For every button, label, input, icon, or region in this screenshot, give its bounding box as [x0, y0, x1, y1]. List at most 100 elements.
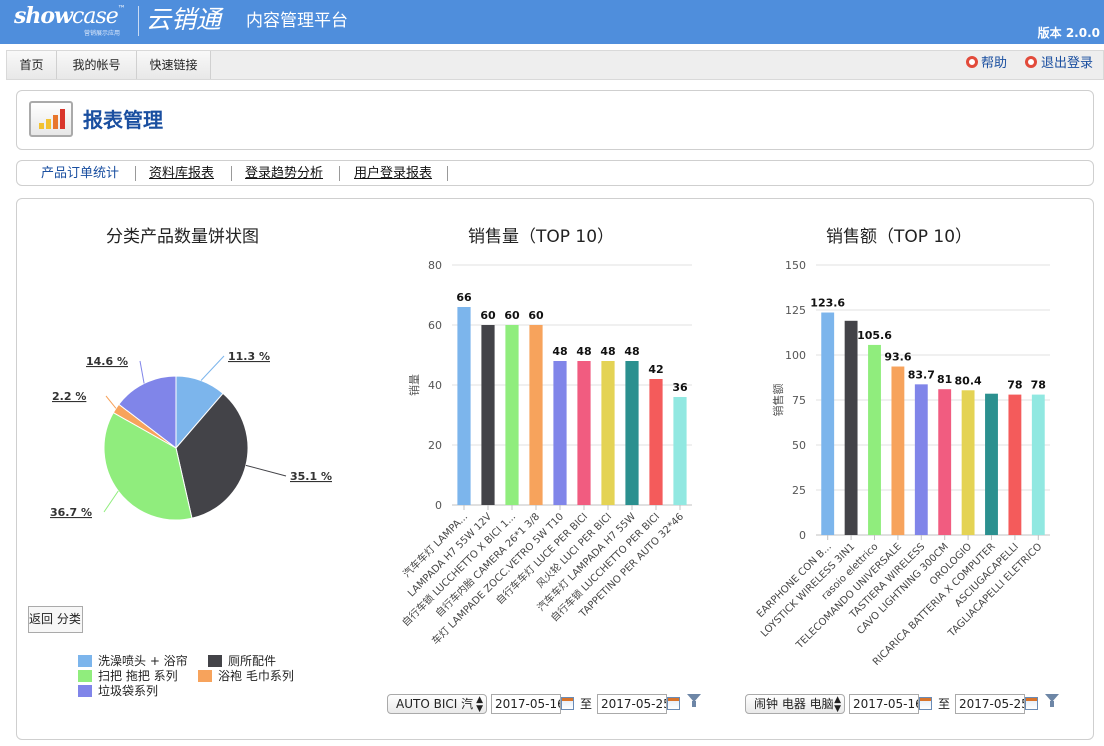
calendar-icon[interactable] [667, 697, 680, 710]
bar [601, 361, 615, 505]
legend-label: 扫把 拖把 系列 [98, 669, 178, 683]
pie-slice-label: 11.3 % [228, 350, 270, 363]
pie-connector [105, 395, 117, 409]
bar [457, 307, 471, 505]
bar-value-label: 78 [1031, 379, 1046, 392]
y-tick-label: 20 [428, 439, 442, 452]
bar-value-label: 60 [504, 309, 520, 322]
calendar-icon[interactable] [1025, 697, 1038, 710]
pie-connector [103, 490, 119, 513]
category-select-value: AUTO BICI 汽 [396, 697, 474, 711]
bar [625, 361, 639, 505]
legend-label: 厕所配件 [228, 654, 277, 668]
bar-value-label: 36 [672, 381, 688, 394]
y-tick-label: 0 [435, 499, 442, 512]
calendar-icon[interactable] [561, 697, 574, 710]
y-tick-label: 150 [785, 259, 806, 272]
y-tick-label: 125 [785, 304, 806, 317]
legend-swatch [198, 670, 212, 682]
category-select[interactable]: 闹钟 电器 电脑 ▲ ▼ [745, 694, 845, 714]
bar [673, 397, 687, 505]
bar-value-label: 48 [600, 345, 615, 358]
pie-slice-label: 36.7 % [50, 506, 92, 519]
pie-connector [200, 355, 225, 381]
pie-slice-label: 14.6 % [86, 355, 128, 368]
filter-icon[interactable] [687, 694, 701, 707]
select-arrows-icon: ▲ ▼ [834, 695, 841, 714]
y-tick-label: 0 [799, 529, 806, 542]
bar [844, 320, 858, 535]
date-range-separator: 至 [938, 697, 951, 711]
bar [577, 361, 591, 505]
pie-connector [245, 464, 287, 477]
bar-value-label: 60 [528, 309, 544, 322]
bar [553, 361, 567, 505]
bar [868, 344, 881, 535]
bar [961, 390, 975, 535]
pie-slice-label: 2.2 % [52, 390, 86, 403]
back-to-category-button[interactable]: 返回 分类 [28, 606, 83, 633]
legend-item[interactable]: 浴袍 毛巾系列 [198, 669, 294, 684]
bar [529, 325, 543, 505]
charts-canvas: 11.3 % 35.1 % 36.7 % 2.2 % 14.6 % 0 20 40 60 80 销量… [50, 259, 1050, 668]
bar-value-label: 93.6 [884, 351, 911, 364]
filter-icon[interactable] [1045, 694, 1059, 707]
legend-swatch [208, 655, 222, 667]
bar-value-label: 81 [937, 373, 952, 386]
bar [891, 366, 905, 535]
x-tick-label: LOYSTICK WIRELESS 3IN1 [759, 541, 857, 639]
y-tick-label: 75 [792, 394, 806, 407]
bar [985, 393, 998, 535]
y-tick-label: 100 [785, 349, 806, 362]
pie-connector [139, 360, 145, 384]
y-tick-label: 80 [428, 259, 442, 272]
date-from-input[interactable]: 2017-05-16 [849, 694, 919, 714]
sales-amount-filter: 闹钟 电器 电脑 ▲ ▼ 2017-05-16 至 2017-05-25 [745, 694, 1065, 714]
bar [914, 384, 928, 535]
bar [481, 325, 495, 505]
bar-value-label: 66 [456, 291, 472, 304]
bar-value-label: 42 [648, 363, 663, 376]
legend-item[interactable]: 垃圾袋系列 [78, 684, 158, 699]
pie-slice-label: 35.1 % [290, 470, 332, 483]
bar [505, 325, 519, 505]
sales-volume-filter: AUTO BICI 汽 ▲ ▼ 2017-05-16 至 2017-05-25 [387, 694, 707, 714]
legend-swatch [78, 685, 92, 697]
bar-value-label: 80.4 [955, 374, 982, 387]
bar-value-label: 48 [552, 345, 567, 358]
legend-label: 浴袍 毛巾系列 [218, 669, 294, 683]
date-range-separator: 至 [580, 697, 593, 711]
legend-item[interactable]: 洗澡喷头 + 浴帘 [78, 654, 188, 669]
bar-value-label: 48 [624, 345, 639, 358]
calendar-icon[interactable] [919, 697, 932, 710]
bar-value-label: 60 [480, 309, 496, 322]
legend-item[interactable]: 扫把 拖把 系列 [78, 669, 178, 684]
bar [1008, 394, 1022, 535]
bar-value-label: 78 [1007, 379, 1022, 392]
select-arrows-icon: ▲ ▼ [476, 695, 483, 714]
bar [1031, 394, 1045, 535]
bar-value-label: 83.7 [908, 368, 935, 381]
y-tick-label: 25 [792, 484, 806, 497]
legend-swatch [78, 670, 92, 682]
y-axis-label: 销量 [407, 374, 421, 396]
y-tick-label: 50 [792, 439, 806, 452]
date-to-input[interactable]: 2017-05-25 [597, 694, 667, 714]
bar-value-label: 105.6 [857, 329, 892, 342]
y-axis-label: 销售额 [771, 384, 785, 417]
legend-item[interactable]: 厕所配件 [208, 654, 276, 669]
category-select-value: 闹钟 电器 电脑 [754, 697, 834, 711]
category-select[interactable]: AUTO BICI 汽 ▲ ▼ [387, 694, 487, 714]
y-tick-label: 40 [428, 379, 442, 392]
legend-label: 垃圾袋系列 [98, 684, 159, 698]
y-tick-label: 60 [428, 319, 442, 332]
date-to-input[interactable]: 2017-05-25 [955, 694, 1025, 714]
bar-value-label: 48 [576, 345, 591, 358]
bar [649, 379, 663, 505]
date-from-input[interactable]: 2017-05-16 [491, 694, 561, 714]
bar-value-label: 123.6 [810, 297, 845, 310]
bar [938, 389, 952, 535]
bar [821, 312, 835, 535]
legend-label: 洗澡喷头 + 浴帘 [98, 654, 188, 668]
legend-swatch [78, 655, 92, 667]
